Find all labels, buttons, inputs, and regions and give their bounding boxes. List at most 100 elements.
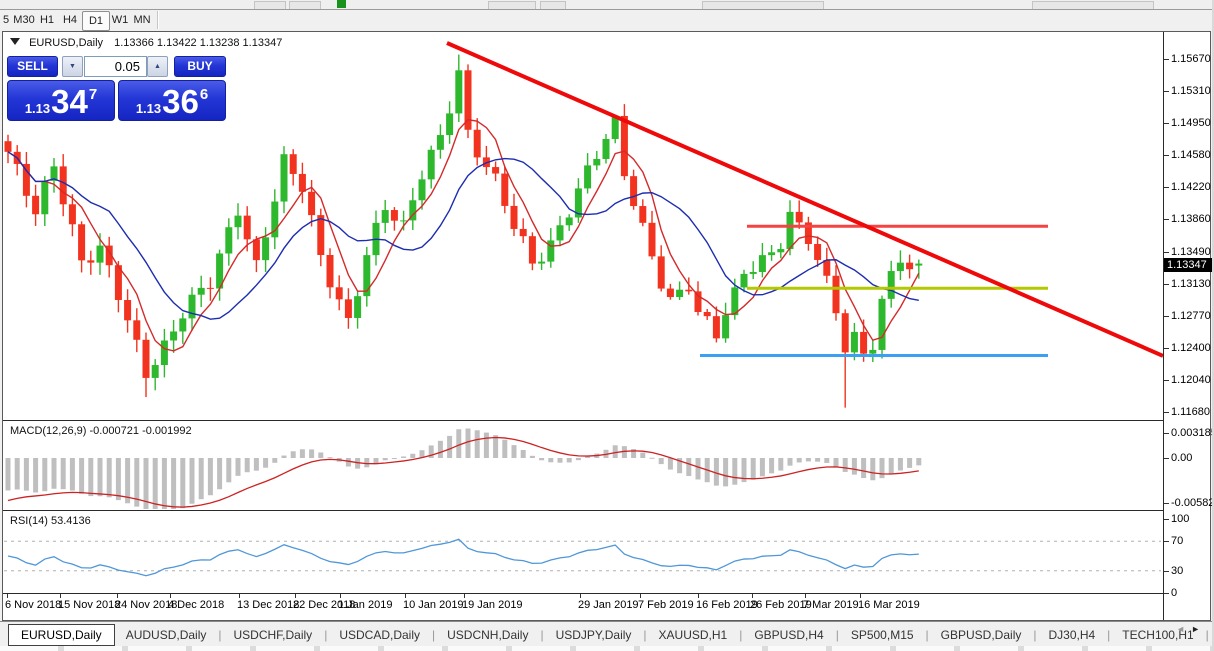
tab-eurusd-daily[interactable]: EURUSD,Daily — [8, 623, 115, 646]
sell-price-button[interactable]: 1.13 34 7 — [7, 80, 115, 121]
date-tick — [860, 594, 861, 598]
timeframe-toolbar: 5 M30 H1 H4 D1 W1 MN — [0, 10, 1212, 31]
price-tick-label: 1.14950 — [1171, 116, 1211, 129]
rsi-tick — [1164, 593, 1169, 594]
toolbar-button-sliver[interactable] — [488, 1, 536, 9]
toolbar-button-sliver[interactable] — [1032, 1, 1154, 9]
buy-button[interactable]: BUY — [174, 56, 226, 77]
tab-separator: | — [1033, 627, 1037, 642]
date-label: 4 Dec 2018 — [168, 599, 225, 611]
rsi-line — [7, 538, 919, 577]
moving-average-fast[interactable] — [7, 118, 920, 352]
price-tick-label: 1.13490 — [1171, 245, 1211, 258]
toolbar-sliver — [0, 0, 1212, 10]
date-tick — [405, 594, 406, 598]
price-tick — [1164, 90, 1169, 92]
date-tick — [340, 594, 341, 598]
tab-separator: | — [1107, 627, 1111, 642]
rsi-tick-label: 30 — [1171, 565, 1184, 577]
price-tick-label: 1.12400 — [1171, 342, 1211, 355]
sell-button[interactable]: SELL — [7, 56, 58, 77]
buy-price-big: 36 — [162, 83, 199, 120]
rsi-tick — [1164, 519, 1169, 520]
toolbar-button-sliver[interactable] — [540, 1, 566, 9]
tab-separator: | — [925, 627, 929, 642]
date-tick — [752, 594, 753, 598]
volume-input[interactable] — [84, 56, 147, 77]
rsi-panel[interactable] — [3, 511, 1163, 593]
tab-usdcnh-daily[interactable]: USDCNH,Daily — [436, 625, 539, 645]
tab-xauusd-h1[interactable]: XAUUSD,H1 — [648, 625, 739, 645]
price-tick-label: 1.15310 — [1171, 84, 1211, 97]
date-label: 19 Jan 2019 — [462, 599, 523, 611]
tab-separator: | — [643, 627, 647, 642]
tab-dj30-h4[interactable]: DJ30,H4 — [1037, 625, 1106, 645]
date-tick — [60, 594, 61, 598]
tab-usdchf-daily[interactable]: USDCHF,Daily — [223, 625, 324, 645]
rsi-tick-label: 100 — [1171, 513, 1190, 525]
rsi-tick — [1164, 571, 1169, 572]
panel-separator[interactable] — [3, 420, 1163, 421]
date-label: 15 Nov 2018 — [58, 599, 121, 611]
collapse-triangle-icon[interactable] — [10, 38, 20, 45]
price-tick-label: 1.14220 — [1171, 181, 1211, 194]
price-tick — [1164, 380, 1169, 382]
tab-separator: | — [1205, 627, 1209, 642]
timeframe-button-d1[interactable]: D1 — [82, 11, 110, 31]
price-tick — [1164, 348, 1169, 350]
timeframe-button-h1[interactable]: H1 — [36, 11, 58, 29]
panel-separator[interactable] — [3, 593, 1163, 594]
price-tick — [1164, 155, 1169, 157]
date-tick — [640, 594, 641, 598]
ohlc-values: 1.13366 1.13422 1.13238 1.13347 — [114, 37, 283, 49]
timeframe-button-5[interactable]: 5 — [0, 11, 12, 29]
tab-gbpusd-h4[interactable]: GBPUSD,H4 — [743, 625, 834, 645]
date-tick — [464, 594, 465, 598]
toolbar-separator — [157, 11, 159, 29]
tab-scroll-left-icon[interactable]: ◄ — [1176, 624, 1191, 634]
panel-separator[interactable] — [3, 510, 1163, 511]
mt4-window: 5 M30 H1 H4 D1 W1 MN EURUSD,Daily 1.13366 1.13… — [0, 0, 1214, 651]
timeframe-button-h4[interactable]: H4 — [59, 11, 81, 29]
tab-usdjpy-daily[interactable]: USDJPY,Daily — [545, 625, 643, 645]
rsi-label: RSI(14) 53.4136 — [10, 515, 91, 527]
tab-separator: | — [432, 627, 436, 642]
tab-scroll-arrows: ◄► — [1176, 624, 1206, 634]
macd-tick-label: 0.003185 — [1171, 427, 1214, 439]
timeframe-button-w1[interactable]: W1 — [109, 11, 131, 29]
price-tick-label: 1.13130 — [1171, 277, 1211, 290]
scale-divider — [1163, 32, 1164, 620]
toolbar-button-sliver[interactable] — [289, 1, 321, 9]
buy-price-button[interactable]: 1.13 36 6 — [118, 80, 226, 121]
toolbar-button-sliver[interactable] — [254, 1, 286, 9]
macd-label: MACD(12,26,9) -0.000721 -0.001992 — [10, 425, 192, 437]
price-tick — [1164, 219, 1169, 221]
volume-increase-button[interactable]: ▲ — [147, 56, 168, 77]
volume-decrease-button[interactable]: ▼ — [62, 56, 83, 77]
sell-price-big: 34 — [51, 83, 88, 120]
timeframe-button-m30[interactable]: M30 — [13, 11, 35, 29]
price-tick — [1164, 412, 1169, 414]
toolbar-button-sliver[interactable] — [702, 1, 824, 9]
tab-audusd-daily[interactable]: AUDUSD,Daily — [115, 625, 218, 645]
price-tick-label: 1.15670 — [1171, 53, 1211, 65]
date-label: 7 Feb 2019 — [638, 599, 694, 611]
descending-trendline[interactable] — [446, 41, 1163, 358]
macd-tick — [1164, 458, 1169, 459]
moving-average-slow[interactable] — [7, 151, 919, 320]
price-tick — [1164, 251, 1169, 253]
date-tick — [580, 594, 581, 598]
price-tick — [1164, 122, 1169, 124]
macd-histogram — [5, 428, 922, 509]
price-tick-label: 1.12770 — [1171, 309, 1211, 322]
tab-uk100-h4-clipped[interactable]: UK100,H4 — [1210, 625, 1212, 645]
tab-gbpusd-daily[interactable]: GBPUSD,Daily — [930, 625, 1033, 645]
timeframe-button-mn[interactable]: MN — [131, 11, 153, 29]
tab-separator: | — [218, 627, 222, 642]
tab-usdcad-daily[interactable]: USDCAD,Daily — [328, 625, 431, 645]
tab-scroll-right-icon[interactable]: ► — [1191, 624, 1206, 634]
date-tick — [7, 594, 8, 598]
price-tick — [1164, 187, 1169, 189]
date-label: 29 Jan 2019 — [578, 599, 639, 611]
tab-sp500-m15[interactable]: SP500,M15 — [840, 625, 925, 645]
